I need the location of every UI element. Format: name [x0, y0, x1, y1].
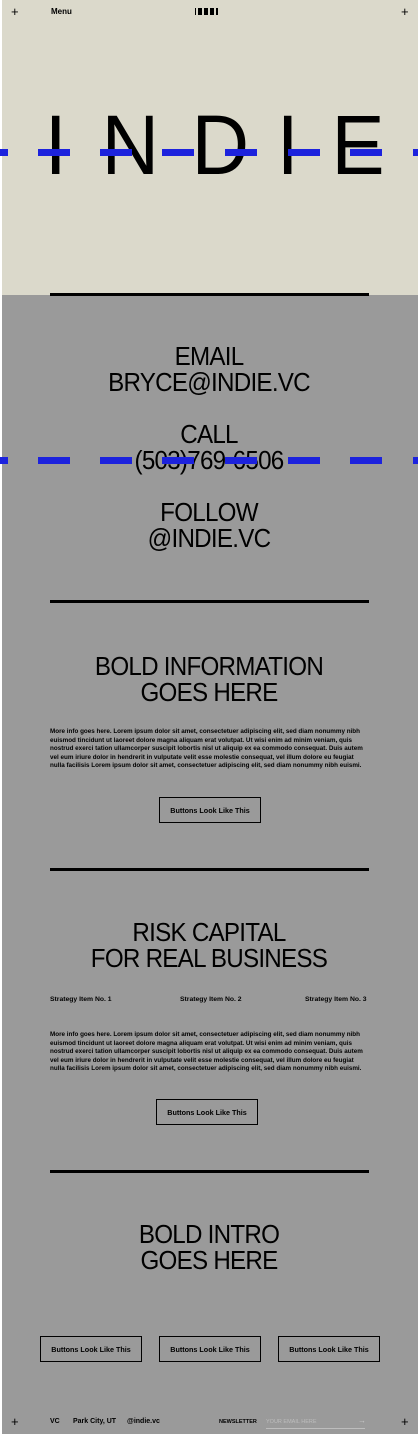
bold-info-heading-line2: GOES HERE	[140, 677, 278, 707]
dash-segment	[225, 457, 257, 464]
indie-wordmark: I N D I E	[0, 102, 418, 188]
dash-segment	[162, 149, 194, 156]
dash-segment	[100, 457, 132, 464]
plus-icon-bottom-right[interactable]: +	[401, 1415, 409, 1428]
wordmark-letter: I	[44, 98, 67, 192]
newsletter-email-input[interactable]	[266, 1416, 365, 1429]
dash-segment	[162, 457, 194, 464]
section-divider	[50, 600, 369, 603]
dash-segment	[100, 149, 132, 156]
risk-button[interactable]: Buttons Look Like This	[156, 1099, 258, 1125]
blue-dashed-line-top	[0, 149, 418, 156]
left-edge-strip	[0, 0, 2, 1434]
dash-segment	[38, 149, 70, 156]
social-handle-link[interactable]: @INDIE.VC	[15, 525, 404, 551]
risk-heading-line2: FOR REAL BUSINESS	[90, 943, 328, 973]
dash-segment	[350, 457, 382, 464]
dash-segment	[288, 149, 320, 156]
section-divider	[50, 1170, 369, 1173]
intro-heading-line2: GOES HERE	[140, 1245, 278, 1275]
arrow-right-icon[interactable]: →	[358, 1416, 366, 1425]
dash-segment	[38, 457, 70, 464]
wordmark-letter: I	[276, 98, 299, 192]
wordmark-letter: N	[101, 98, 160, 192]
strategy-item-1: Strategy Item No. 1	[50, 996, 112, 1003]
follow-label: FOLLOW	[160, 497, 258, 527]
footer-vc: VC	[50, 1418, 60, 1425]
bold-info-paragraph: More info goes here. Lorem ipsum dolor s…	[50, 728, 363, 770]
call-label: CALL	[180, 419, 238, 449]
email-link[interactable]: BRYCE@INDIE.VC	[15, 369, 404, 395]
barcode-logo-icon[interactable]	[195, 8, 218, 15]
dash-segment	[288, 457, 320, 464]
plus-icon-top-left[interactable]: +	[11, 5, 19, 18]
wordmark-letter: D	[191, 98, 250, 192]
dash-segment	[350, 149, 382, 156]
plus-icon-top-right[interactable]: +	[401, 5, 409, 18]
plus-icon-bottom-left[interactable]: +	[11, 1415, 19, 1428]
footer-location: Park City, UT	[73, 1418, 117, 1425]
strategy-item-3: Strategy Item No. 3	[305, 996, 367, 1003]
dash-segment	[0, 149, 8, 156]
newsletter-label: NEWSLETTER	[219, 1419, 257, 1425]
bold-info-button[interactable]: Buttons Look Like This	[159, 797, 261, 823]
risk-paragraph: More info goes here. Lorem ipsum dolor s…	[50, 1031, 363, 1073]
wordmark-letter: E	[331, 98, 385, 192]
blue-dashed-line-middle	[0, 457, 418, 464]
dash-segment	[413, 149, 418, 156]
menu-link[interactable]: Menu	[51, 7, 72, 16]
intro-button-2[interactable]: Buttons Look Like This	[159, 1336, 261, 1362]
dash-segment	[225, 149, 257, 156]
email-label: EMAIL	[174, 341, 245, 371]
intro-heading-line1: BOLD INTRO	[138, 1219, 280, 1249]
strategy-item-2: Strategy Item No. 2	[180, 996, 242, 1003]
risk-heading-line1: RISK CAPITAL	[132, 917, 286, 947]
intro-button-3[interactable]: Buttons Look Like This	[278, 1336, 380, 1362]
bold-info-heading-line1: BOLD INFORMATION	[94, 651, 324, 681]
dash-segment	[0, 457, 8, 464]
footer-handle-link[interactable]: @indie.vc	[127, 1418, 160, 1425]
intro-button-1[interactable]: Buttons Look Like This	[40, 1336, 142, 1362]
section-divider	[50, 293, 369, 296]
dash-segment	[413, 457, 418, 464]
section-divider	[50, 868, 369, 871]
